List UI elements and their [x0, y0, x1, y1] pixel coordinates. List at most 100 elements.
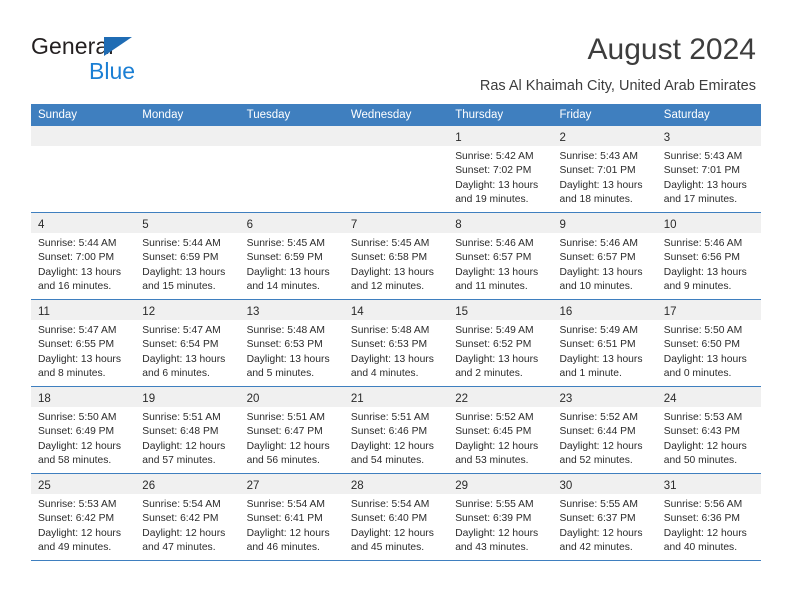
daylight-duration-line2: and 15 minutes.	[142, 280, 216, 292]
calendar-day-cell[interactable]: 11 Sunrise: 5:47 AM Sunset: 6:55 PM Dayligh…	[31, 299, 136, 387]
day-details	[135, 146, 239, 150]
daylight-duration-line1: Daylight: 12 hours	[455, 440, 539, 452]
day-number-band: 13	[239, 300, 344, 320]
calendar-day-cell[interactable]: 23 Sunrise: 5:52 AM Sunset: 6:44 PM Dayligh…	[552, 386, 657, 474]
sunrise-sunset-calendar: Sunday Monday Tuesday Wednesday Thursday Frid…	[31, 104, 762, 561]
calendar-day-cell[interactable]: 9 Sunrise: 5:46 AM Sunset: 6:57 PM Daylight…	[552, 212, 657, 300]
day-details: Sunrise: 5:43 AM Sunset: 7:01 PM Daylight:…	[657, 146, 761, 207]
calendar-day-cell[interactable]: 3 Sunrise: 5:43 AM Sunset: 7:01 PM Daylight…	[656, 126, 762, 213]
daylight-duration-line1: Daylight: 12 hours	[350, 527, 434, 539]
sunrise-time: Sunrise: 5:44 AM	[142, 238, 221, 249]
daylight-duration-line2: and 8 minutes.	[38, 367, 106, 379]
calendar-day-cell[interactable]: 13 Sunrise: 5:48 AM Sunset: 6:53 PM Dayligh…	[239, 299, 344, 387]
sunrise-time: Sunrise: 5:54 AM	[246, 499, 326, 510]
sunrise-time: Sunrise: 5:55 AM	[455, 499, 534, 510]
daylight-duration-line1: Daylight: 13 hours	[559, 179, 643, 191]
daylight-duration-line2: and 2 minutes.	[455, 367, 523, 379]
day-details: Sunrise: 5:51 AM Sunset: 6:46 PM Daylight:…	[344, 407, 448, 468]
day-details: Sunrise: 5:54 AM Sunset: 6:40 PM Daylight:…	[344, 494, 448, 555]
calendar-day-cell[interactable]: 18 Sunrise: 5:50 AM Sunset: 6:49 PM Dayligh…	[31, 386, 136, 474]
day-number: 12	[142, 306, 156, 318]
daylight-duration-line2: and 53 minutes.	[455, 454, 529, 466]
sunrise-time: Sunrise: 5:52 AM	[455, 412, 534, 423]
sunrise-time: Sunrise: 5:50 AM	[663, 325, 743, 336]
weekday-header-saturday: Saturday	[656, 104, 762, 126]
calendar-day-cell[interactable]: 24 Sunrise: 5:53 AM Sunset: 6:43 PM Dayligh…	[656, 386, 762, 474]
calendar-day-cell[interactable]: 6 Sunrise: 5:45 AM Sunset: 6:59 PM Daylight…	[239, 212, 344, 300]
sunset-time: Sunset: 7:01 PM	[559, 165, 636, 177]
calendar-day-cell[interactable]: 30 Sunrise: 5:55 AM Sunset: 6:37 PM Dayligh…	[552, 473, 657, 561]
sunrise-time: Sunrise: 5:45 AM	[350, 238, 430, 249]
day-details	[240, 146, 344, 150]
day-number: 21	[350, 393, 364, 405]
daylight-duration-line1: Daylight: 12 hours	[142, 440, 226, 452]
day-number-band: 8	[448, 213, 553, 233]
sunrise-time: Sunrise: 5:53 AM	[38, 499, 117, 510]
day-number-band	[239, 126, 344, 146]
day-details: Sunrise: 5:48 AM Sunset: 6:53 PM Daylight:…	[240, 320, 344, 381]
calendar-day-cell[interactable]: 25 Sunrise: 5:53 AM Sunset: 6:42 PM Dayligh…	[31, 473, 136, 561]
calendar-week-row: 4 Sunrise: 5:44 AM Sunset: 7:00 PM Daylight…	[31, 212, 762, 300]
weekday-header-wednesday: Wednesday	[343, 104, 449, 126]
calendar-day-cell[interactable]: 22 Sunrise: 5:52 AM Sunset: 6:45 PM Dayligh…	[448, 386, 553, 474]
daylight-duration-line2: and 58 minutes.	[38, 454, 112, 466]
sunset-time: Sunset: 6:43 PM	[663, 426, 740, 438]
day-details	[31, 146, 135, 150]
calendar-day-cell[interactable]: 19 Sunrise: 5:51 AM Sunset: 6:48 PM Dayligh…	[135, 386, 240, 474]
day-number: 22	[455, 393, 468, 405]
calendar-day-cell[interactable]: 1 Sunrise: 5:42 AM Sunset: 7:02 PM Daylight…	[448, 126, 553, 213]
sunset-time: Sunset: 6:47 PM	[246, 426, 323, 438]
calendar-day-cell[interactable]: 8 Sunrise: 5:46 AM Sunset: 6:57 PM Daylight…	[448, 212, 553, 300]
general-blue-logo[interactable]: General Blue	[31, 33, 231, 85]
day-number: 31	[663, 480, 677, 492]
sunrise-time: Sunrise: 5:55 AM	[559, 499, 638, 510]
day-number-band: 2	[552, 126, 657, 146]
calendar-day-cell[interactable]: 27 Sunrise: 5:54 AM Sunset: 6:41 PM Dayligh…	[239, 473, 344, 561]
calendar-day-cell[interactable]: 17 Sunrise: 5:50 AM Sunset: 6:50 PM Dayligh…	[656, 299, 762, 387]
calendar-day-cell[interactable]: 31 Sunrise: 5:56 AM Sunset: 6:36 PM Dayligh…	[656, 473, 762, 561]
calendar-day-cell[interactable]: 15 Sunrise: 5:49 AM Sunset: 6:52 PM Dayligh…	[448, 299, 553, 387]
calendar-day-cell[interactable]: 7 Sunrise: 5:45 AM Sunset: 6:58 PM Daylight…	[343, 212, 449, 300]
calendar-day-cell[interactable]: 21 Sunrise: 5:51 AM Sunset: 6:46 PM Dayligh…	[343, 386, 449, 474]
sunset-time: Sunset: 6:54 PM	[142, 339, 219, 351]
daylight-duration-line2: and 50 minutes.	[663, 454, 738, 466]
day-number: 11	[38, 306, 50, 318]
day-details: Sunrise: 5:45 AM Sunset: 6:58 PM Daylight:…	[344, 233, 448, 294]
sunset-time: Sunset: 6:53 PM	[246, 339, 323, 351]
day-number: 6	[246, 219, 253, 231]
day-number: 13	[246, 306, 260, 318]
calendar-week-row: 1 Sunrise: 5:42 AM Sunset: 7:02 PM Daylight…	[31, 126, 762, 213]
calendar-day-cell[interactable]: 12 Sunrise: 5:47 AM Sunset: 6:54 PM Dayligh…	[135, 299, 240, 387]
day-details	[344, 146, 448, 150]
sunset-time: Sunset: 6:40 PM	[350, 513, 428, 525]
sunset-time: Sunset: 6:51 PM	[559, 339, 636, 351]
day-details: Sunrise: 5:50 AM Sunset: 6:49 PM Daylight:…	[31, 407, 135, 468]
calendar-day-cell[interactable]: 29 Sunrise: 5:55 AM Sunset: 6:39 PM Dayligh…	[448, 473, 553, 561]
day-number-band: 23	[552, 387, 657, 407]
day-number-band: 14	[343, 300, 449, 320]
calendar-day-cell[interactable]: 10 Sunrise: 5:46 AM Sunset: 6:56 PM Dayligh…	[656, 212, 762, 300]
day-number: 7	[350, 219, 358, 231]
calendar-day-cell[interactable]: 14 Sunrise: 5:48 AM Sunset: 6:53 PM Dayligh…	[343, 299, 449, 387]
daylight-duration-line1: Daylight: 12 hours	[455, 527, 539, 539]
calendar-day-cell-empty	[239, 126, 344, 213]
day-number: 5	[142, 219, 149, 231]
calendar-day-cell[interactable]: 16 Sunrise: 5:49 AM Sunset: 6:51 PM Dayligh…	[552, 299, 657, 387]
daylight-duration-line2: and 56 minutes.	[246, 454, 320, 466]
sunset-time: Sunset: 6:44 PM	[559, 426, 636, 438]
calendar-day-cell[interactable]: 2 Sunrise: 5:43 AM Sunset: 7:01 PM Daylight…	[552, 126, 657, 213]
day-number: 8	[455, 219, 462, 231]
calendar-day-cell[interactable]: 26 Sunrise: 5:54 AM Sunset: 6:42 PM Dayligh…	[135, 473, 240, 561]
sunrise-time: Sunrise: 5:51 AM	[142, 412, 221, 423]
calendar-day-cell[interactable]: 5 Sunrise: 5:44 AM Sunset: 6:59 PM Daylight…	[135, 212, 240, 300]
daylight-duration-line1: Daylight: 13 hours	[559, 266, 643, 278]
calendar-day-cell[interactable]: 20 Sunrise: 5:51 AM Sunset: 6:47 PM Dayligh…	[239, 386, 344, 474]
calendar-day-cell-empty	[31, 126, 136, 213]
day-details: Sunrise: 5:52 AM Sunset: 6:44 PM Daylight:…	[552, 407, 656, 468]
logo-top-row: General	[31, 33, 231, 59]
day-number: 24	[663, 393, 677, 405]
calendar-day-cell[interactable]: 4 Sunrise: 5:44 AM Sunset: 7:00 PM Daylight…	[31, 212, 136, 300]
sunrise-time: Sunrise: 5:46 AM	[455, 238, 534, 249]
day-details: Sunrise: 5:42 AM Sunset: 7:02 PM Daylight:…	[448, 146, 552, 207]
calendar-day-cell[interactable]: 28 Sunrise: 5:54 AM Sunset: 6:40 PM Dayligh…	[343, 473, 449, 561]
